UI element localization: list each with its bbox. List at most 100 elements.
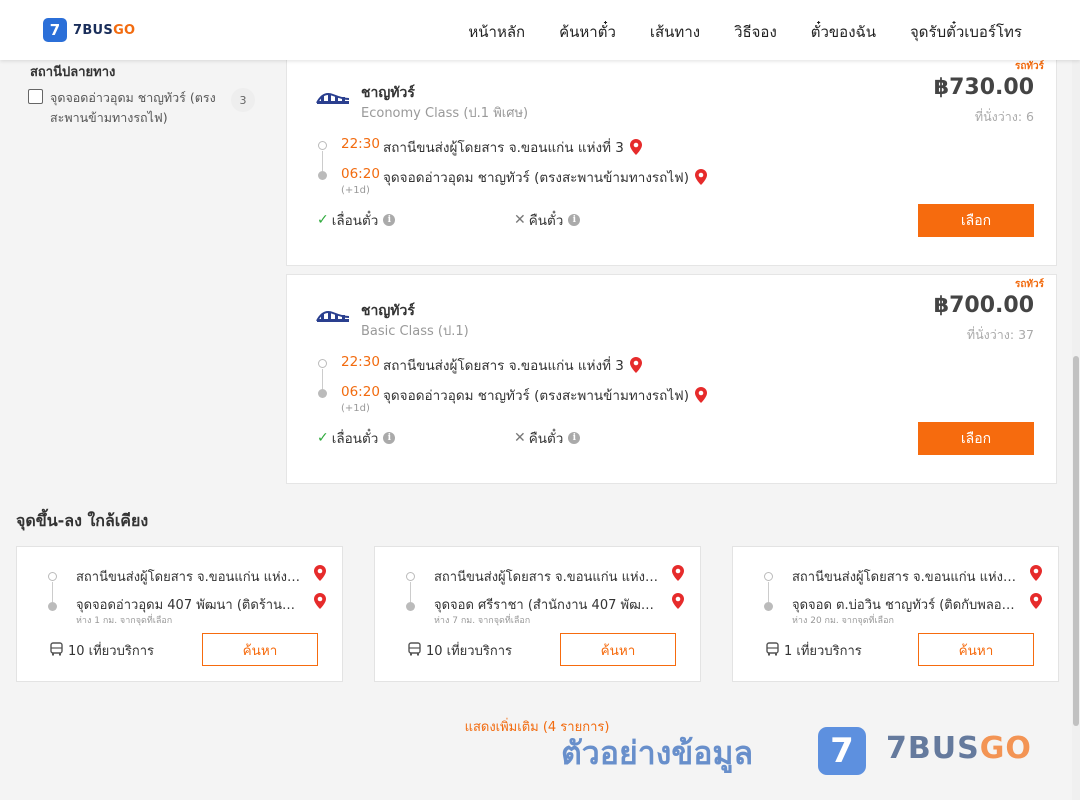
bus-icon bbox=[766, 642, 779, 656]
trip-price: ฿700.00 bbox=[933, 293, 1034, 318]
plus-day-label: (+1d) bbox=[341, 403, 370, 414]
nav-routes[interactable]: เส้นทาง bbox=[650, 20, 700, 44]
timeline-end-dot bbox=[764, 602, 773, 611]
scrollbar-thumb[interactable] bbox=[1073, 356, 1079, 726]
site-logo[interactable]: 7 7BUSGO bbox=[43, 18, 135, 42]
filter-title: สถานีปลายทาง bbox=[30, 65, 116, 80]
info-icon[interactable]: i bbox=[568, 432, 581, 444]
timeline-line bbox=[410, 582, 411, 602]
policy-refund-label: คืนตั๋ว bbox=[528, 213, 564, 229]
nearby-distance: ห่าง 7 กม. จากจุดที่เลือก bbox=[434, 616, 531, 626]
trip-card: รถทัวร์ ชาญทัวร์ Basic Class (ป.1) ฿700.… bbox=[286, 274, 1057, 484]
timeline-start-dot bbox=[318, 141, 327, 150]
timeline-start-dot bbox=[406, 572, 415, 581]
timeline-end-dot bbox=[406, 602, 415, 611]
bus-icon bbox=[408, 642, 421, 656]
nav-pickup-points[interactable]: จุดรับตั๋วเบอร์โทร bbox=[910, 20, 1022, 44]
operator-name: ชาญทัวร์ bbox=[361, 303, 415, 319]
nearby-to-stop: จุดจอด ต.บ่อวิน ชาญทัวร์ (ติดกับพลอยทอง) bbox=[792, 598, 1018, 613]
arrive-time: 06:20 bbox=[341, 384, 380, 400]
select-trip-button[interactable]: เลือก bbox=[918, 422, 1034, 455]
nearby-section-title: จุดขึ้น-ลง ใกล้เคียง bbox=[16, 511, 149, 530]
timeline-line bbox=[52, 582, 53, 602]
timeline-line bbox=[322, 369, 323, 389]
map-pin-icon[interactable] bbox=[629, 139, 642, 155]
nav-home[interactable]: หน้าหลัก bbox=[468, 20, 525, 44]
arrive-stop: จุดจอดอ่าวอุดม ชาญทัวร์ (ตรงสะพานข้ามทาง… bbox=[383, 384, 707, 406]
nearby-search-button[interactable]: ค้นหา bbox=[202, 633, 318, 666]
policy-change-label: เลื่อนตั๋ว bbox=[331, 213, 379, 229]
seats-available: ที่นั่งว่าง: 37 bbox=[966, 327, 1034, 342]
timeline-start-dot bbox=[318, 359, 327, 368]
check-icon: ✓ bbox=[317, 212, 329, 228]
policy-refund-label: คืนตั๋ว bbox=[528, 431, 564, 447]
depart-time: 22:30 bbox=[341, 354, 380, 370]
map-pin-icon[interactable] bbox=[629, 357, 642, 373]
logo-text: 7BUSGO bbox=[73, 23, 135, 38]
bus-type-tag: รถทัวร์ bbox=[1014, 61, 1044, 72]
info-icon[interactable]: i bbox=[383, 432, 396, 444]
map-pin-icon[interactable] bbox=[314, 565, 326, 581]
cross-icon: ✕ bbox=[514, 212, 526, 228]
nearby-from-stop: สถานีขนส่งผู้โดยสาร จ.ขอนแก่น แห่งที่ 3 bbox=[434, 570, 660, 585]
nearby-trip-count: 1 เที่ยวบริการ bbox=[784, 644, 862, 659]
nearby-distance: ห่าง 20 กม. จากจุดที่เลือก bbox=[792, 616, 894, 626]
operator-logo-icon bbox=[316, 311, 350, 322]
depart-stop-name: สถานีขนส่งผู้โดยสาร จ.ขอนแก่น แห่งที่ 3 bbox=[383, 140, 624, 156]
arrive-stop-name: จุดจอดอ่าวอุดม ชาญทัวร์ (ตรงสะพานข้ามทาง… bbox=[383, 170, 689, 186]
nearby-trip-count: 10 เที่ยวบริการ bbox=[426, 644, 512, 659]
nearby-from-stop: สถานีขนส่งผู้โดยสาร จ.ขอนแก่น แห่งที่ 3 bbox=[792, 570, 1018, 585]
filter-checkbox[interactable] bbox=[28, 89, 43, 104]
seats-available: ที่นั่งว่าง: 6 bbox=[974, 109, 1034, 124]
depart-stop: สถานีขนส่งผู้โดยสาร จ.ขอนแก่น แห่งที่ 3 bbox=[383, 136, 642, 158]
timeline-line bbox=[768, 582, 769, 602]
map-pin-icon[interactable] bbox=[694, 387, 707, 403]
watermark-brand-name: 7BUS bbox=[886, 731, 980, 766]
info-icon[interactable]: i bbox=[568, 214, 581, 226]
logo-name: 7BUS bbox=[73, 22, 114, 38]
policy-change: ✓ เลื่อนตั๋ว i bbox=[317, 427, 396, 449]
map-pin-icon[interactable] bbox=[672, 565, 684, 581]
nearby-distance: ห่าง 1 กม. จากจุดที่เลือก bbox=[76, 616, 173, 626]
timeline-end-dot bbox=[318, 389, 327, 398]
nav-how-to-book[interactable]: วิธีจอง bbox=[734, 20, 777, 44]
operator-logo-icon bbox=[316, 93, 350, 104]
policy-change-label: เลื่อนตั๋ว bbox=[331, 431, 379, 447]
logo-go: GO bbox=[113, 22, 136, 38]
trip-price: ฿730.00 bbox=[933, 75, 1034, 100]
bus-class: Basic Class (ป.1) bbox=[361, 324, 469, 339]
nearby-to-stop: จุดจอด ศรีราชา (สำนักงาน 407 พัฒนา) bbox=[434, 598, 660, 613]
select-trip-button[interactable]: เลือก bbox=[918, 204, 1034, 237]
nearby-search-button[interactable]: ค้นหา bbox=[918, 633, 1034, 666]
bus-type-tag: รถทัวร์ bbox=[1014, 279, 1044, 290]
map-pin-icon[interactable] bbox=[1030, 593, 1042, 609]
depart-time: 22:30 bbox=[341, 136, 380, 152]
logo-mark: 7 bbox=[43, 18, 67, 42]
arrive-time: 06:20 bbox=[341, 166, 380, 182]
policy-refund: ✕ คืนตั๋ว i bbox=[514, 427, 581, 449]
map-pin-icon[interactable] bbox=[1030, 565, 1042, 581]
filter-option-label[interactable]: จุดจอดอ่าวอุดม ชาญทัวร์ (ตรงสะพานข้ามทาง… bbox=[50, 88, 220, 128]
info-icon[interactable]: i bbox=[383, 214, 396, 226]
filter-option-count: 3 bbox=[231, 88, 255, 112]
watermark-text: ตัวอย่างข้อมูล bbox=[561, 734, 754, 772]
map-pin-icon[interactable] bbox=[672, 593, 684, 609]
nearby-from-stop: สถานีขนส่งผู้โดยสาร จ.ขอนแก่น แห่งที่ 3 bbox=[76, 570, 302, 585]
depart-stop-name: สถานีขนส่งผู้โดยสาร จ.ขอนแก่น แห่งที่ 3 bbox=[383, 358, 624, 374]
map-pin-icon[interactable] bbox=[694, 169, 707, 185]
watermark-brand-go: GO bbox=[979, 731, 1032, 766]
nav-search-ticket[interactable]: ค้นหาตั๋ว bbox=[559, 20, 616, 44]
map-pin-icon[interactable] bbox=[314, 593, 326, 609]
operator-name: ชาญทัวร์ bbox=[361, 85, 415, 101]
policy-change: ✓ เลื่อนตั๋ว i bbox=[317, 209, 396, 231]
timeline-line bbox=[322, 151, 323, 171]
nearby-search-button[interactable]: ค้นหา bbox=[560, 633, 676, 666]
plus-day-label: (+1d) bbox=[341, 185, 370, 196]
depart-stop: สถานีขนส่งผู้โดยสาร จ.ขอนแก่น แห่งที่ 3 bbox=[383, 354, 642, 376]
watermark-logo-mark: 7 bbox=[818, 727, 866, 775]
nearby-card: สถานีขนส่งผู้โดยสาร จ.ขอนแก่น แห่งที่ 3 … bbox=[16, 546, 343, 682]
nearby-to-stop: จุดจอดอ่าวอุดม 407 พัฒนา (ติดร้านอ่างทอง… bbox=[76, 598, 302, 613]
nearby-card: สถานีขนส่งผู้โดยสาร จ.ขอนแก่น แห่งที่ 3 … bbox=[732, 546, 1059, 682]
nav-my-tickets[interactable]: ตั๋วของฉัน bbox=[811, 20, 876, 44]
bus-class: Economy Class (ป.1 พิเศษ) bbox=[361, 106, 529, 121]
